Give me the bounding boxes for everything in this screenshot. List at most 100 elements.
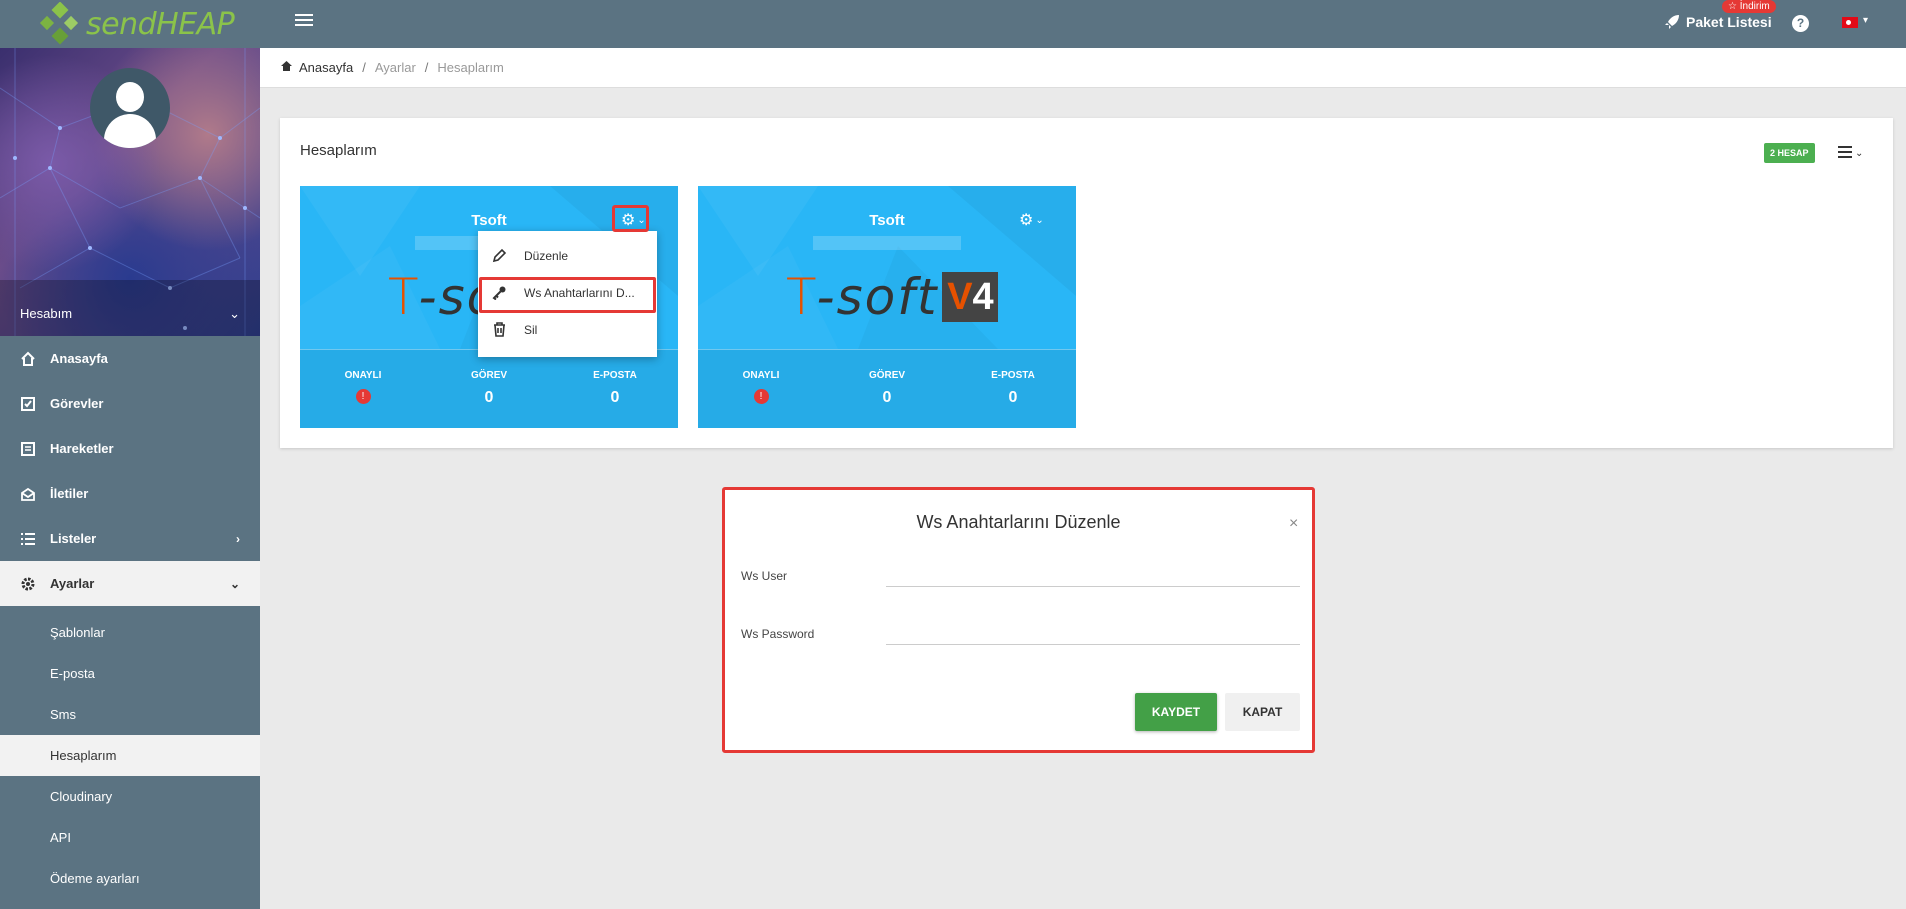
sidebar-item-hareketler[interactable]: Hareketler <box>0 426 260 471</box>
list-alt-icon <box>20 441 36 457</box>
sidebar-item-label: Listeler <box>50 531 97 546</box>
top-bar: sendHEAP Paket Listesi ☆ İndirim ? ▾ <box>0 0 1906 48</box>
avatar-head-shape <box>116 82 144 112</box>
stat-value: 0 <box>610 389 620 406</box>
page-title: Hesaplarım <box>300 142 377 159</box>
stat-eposta: E-POSTA 0 <box>950 350 1076 428</box>
breadcrumb-ayarlar[interactable]: Ayarlar <box>375 60 416 75</box>
account-selector[interactable]: Hesabım ⌄ <box>0 280 260 336</box>
sidebar-item-gorevler[interactable]: Görevler <box>0 381 260 426</box>
sidebar-nav: Anasayfa Görevler Hareketler İletiler Li… <box>0 336 260 899</box>
sidebar: Hesabım ⌄ Anasayfa Görevler Hareketler İ… <box>0 48 260 909</box>
chevron-down-icon[interactable]: ▾ <box>1863 15 1868 26</box>
sidebar-item-anasayfa[interactable]: Anasayfa <box>0 336 260 381</box>
pencil-icon <box>492 248 508 263</box>
account-card[interactable]: Tsoft ⚙⌄ T-softV4 ONAYLI ! GÖREV 0 E-POS… <box>698 186 1076 428</box>
stat-gorev: GÖREV 0 <box>426 350 552 428</box>
menu-toggle-icon[interactable] <box>295 14 313 30</box>
indirim-badge: ☆ İndirim <box>1722 0 1776 13</box>
ws-password-input[interactable] <box>886 615 1300 645</box>
ws-password-label: Ws Password <box>741 627 815 641</box>
account-settings-button[interactable]: ⚙ ⌄ <box>1019 210 1044 230</box>
save-button[interactable]: KAYDET <box>1135 693 1217 731</box>
stat-onayli: ONAYLI ! <box>698 350 824 428</box>
checkbox-icon <box>20 396 36 412</box>
stat-label: ONAYLI <box>742 370 780 381</box>
sidebar-item-eposta[interactable]: E-posta <box>0 653 260 694</box>
logo-letter-t: T <box>786 268 817 326</box>
sidebar-item-cloudinary[interactable]: Cloudinary <box>0 776 260 817</box>
stat-value: 0 <box>1008 389 1018 406</box>
close-button[interactable]: KAPAT <box>1225 693 1300 731</box>
account-subtitle-placeholder <box>813 236 961 250</box>
sidebar-item-label: Görevler <box>50 396 104 411</box>
breadcrumb-anasayfa-link[interactable]: Anasayfa <box>299 60 353 75</box>
error-icon: ! <box>753 389 769 404</box>
sidebar-item-label: İletiler <box>50 486 89 501</box>
sidebar-item-label: Ayarlar <box>50 576 95 591</box>
ws-user-label: Ws User <box>741 569 787 583</box>
account-count-badge: 2 HESAP <box>1764 143 1815 163</box>
stat-label: E-POSTA <box>593 370 637 381</box>
sidebar-item-hesaplarim[interactable]: Hesaplarım <box>0 735 260 776</box>
chevron-down-icon: ⌄ <box>1855 148 1864 159</box>
ws-keys-modal: Ws Anahtarlarını Düzenle × Ws User Ws Pa… <box>722 487 1315 753</box>
close-icon[interactable]: × <box>1289 515 1298 533</box>
stat-eposta: E-POSTA 0 <box>552 350 678 428</box>
sidebar-item-label: Anasayfa <box>50 351 108 366</box>
logo-soft: -soft <box>816 268 939 326</box>
logo-version-badge: V4 <box>942 272 999 322</box>
chevron-down-icon: ⌄ <box>1035 214 1044 226</box>
stat-gorev: GÖREV 0 <box>824 350 950 428</box>
stat-onayli: ONAYLI ! <box>300 350 426 428</box>
menu-item-sil[interactable]: Sil <box>478 311 657 348</box>
ws-user-input[interactable] <box>886 557 1300 587</box>
account-label: Hesabım <box>20 306 73 321</box>
highlight-box <box>612 205 649 232</box>
card-menu-button[interactable]: ⌄ <box>1838 146 1863 161</box>
sidebar-item-iletiler[interactable]: İletiler <box>0 471 260 516</box>
home-icon <box>20 351 36 367</box>
logo-letter-t: T <box>388 268 419 326</box>
turkish-flag-icon[interactable] <box>1842 17 1858 28</box>
highlight-box <box>479 277 656 313</box>
chevron-down-icon: ⌄ <box>229 576 240 591</box>
stat-label: E-POSTA <box>991 370 1035 381</box>
stat-value: 0 <box>882 389 892 406</box>
sidebar-item-sms[interactable]: Sms <box>0 694 260 735</box>
sidebar-item-api[interactable]: API <box>0 817 260 858</box>
chevron-down-icon: ⌄ <box>229 306 240 321</box>
profile-header: Hesabım ⌄ <box>0 48 260 336</box>
trash-icon <box>492 322 508 337</box>
sidebar-item-label: Hareketler <box>50 441 114 456</box>
modal-title: Ws Anahtarlarını Düzenle <box>916 512 1121 532</box>
stat-label: GÖREV <box>470 370 508 381</box>
account-stats: ONAYLI ! GÖREV 0 E-POSTA 0 <box>300 349 678 428</box>
error-icon: ! <box>355 389 371 404</box>
breadcrumb-separator: / <box>362 60 366 75</box>
logo-text: sendHEAP <box>86 6 235 42</box>
help-icon[interactable]: ? <box>1792 15 1809 32</box>
sidebar-item-listeler[interactable]: Listeler › <box>0 516 260 561</box>
avatar-body-shape <box>104 114 156 148</box>
chevron-right-icon: › <box>236 531 240 546</box>
avatar[interactable] <box>90 68 170 148</box>
stat-label: ONAYLI <box>344 370 382 381</box>
tsoft-logo: T-softV4 <box>786 268 999 326</box>
gear-icon: ⚙ <box>1019 212 1034 229</box>
app-logo[interactable]: sendHEAP <box>38 2 235 46</box>
sidebar-item-odeme-ayarlari[interactable]: Ödeme ayarları <box>0 858 260 899</box>
sidebar-item-sablonlar[interactable]: Şablonlar <box>0 612 260 653</box>
breadcrumb: Anasayfa / Ayarlar / Hesaplarım <box>260 48 1906 88</box>
settings-subnav: Şablonlar E-posta Sms Hesaplarım Cloudin… <box>0 606 260 899</box>
home-icon[interactable] <box>280 60 293 75</box>
rocket-icon <box>1665 15 1679 29</box>
paket-listesi-link[interactable]: Paket Listesi <box>1664 14 1772 30</box>
stat-value: 0 <box>484 389 494 406</box>
menu-item-label: Sil <box>524 322 538 337</box>
breadcrumb-current: Hesaplarım <box>437 60 504 75</box>
logo-mark-icon <box>39 2 79 45</box>
list-icon <box>20 531 36 547</box>
sidebar-item-ayarlar[interactable]: Ayarlar ⌄ <box>0 561 260 606</box>
menu-item-duzenle[interactable]: Düzenle <box>478 237 657 274</box>
